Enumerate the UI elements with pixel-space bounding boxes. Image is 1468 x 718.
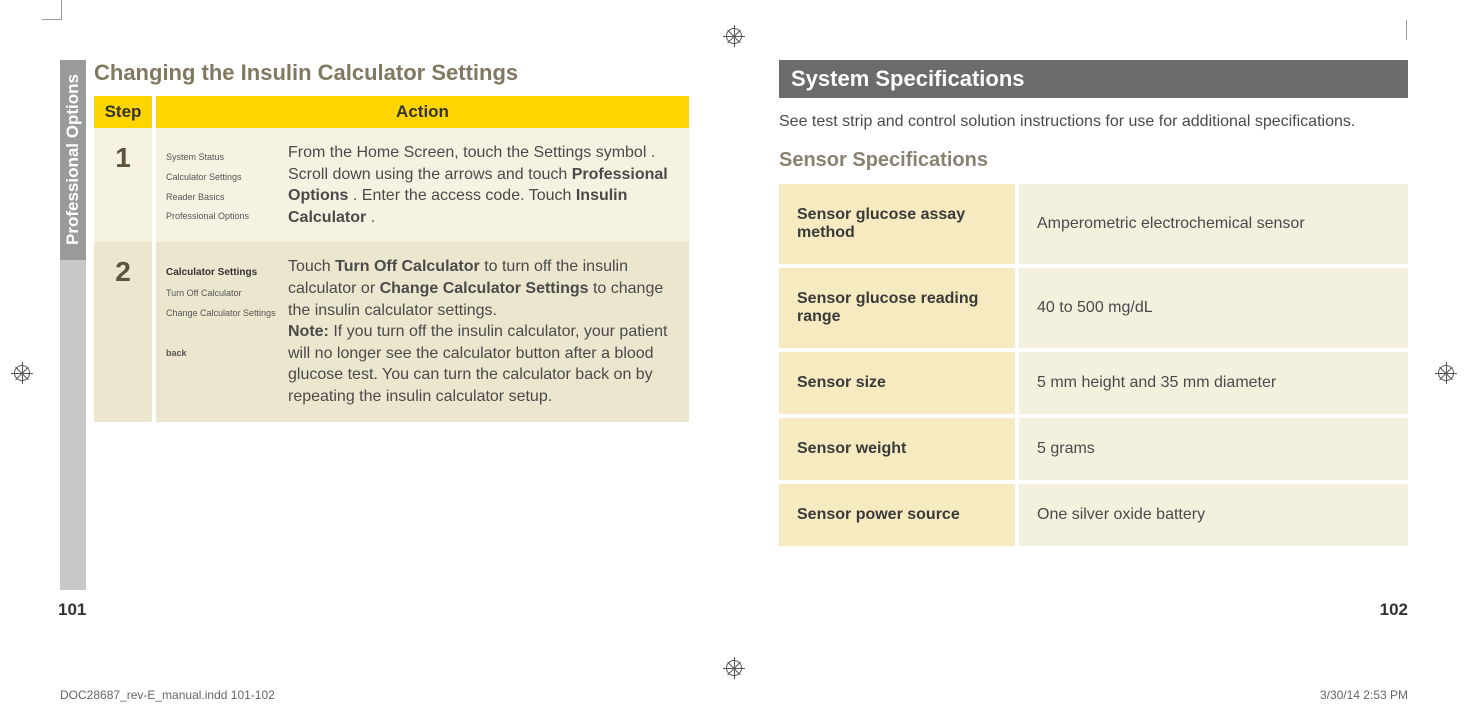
registration-mark <box>726 660 742 676</box>
left-page: Professional Options Changing the Insuli… <box>60 60 689 590</box>
action-text: Touch Turn Off Calculator to turn off th… <box>288 256 679 407</box>
section-title: Changing the Insulin Calculator Settings <box>94 60 689 86</box>
registration-mark <box>726 28 742 44</box>
screen-item: Calculator Settings <box>166 168 276 188</box>
screen-item: Professional Options <box>166 207 276 227</box>
step-number: 1 <box>94 128 154 242</box>
action-text: From the Home Screen, touch the Settings… <box>288 142 679 228</box>
table-row: Sensor glucose assay method Amperometric… <box>779 184 1408 264</box>
table-row: 2 Calculator Settings Turn Off Calculato… <box>94 242 689 421</box>
footer-date: 3/30/14 2:53 PM <box>1320 688 1408 702</box>
screen-heading: Calculator Settings <box>166 262 276 284</box>
spec-label: Sensor glucose assay method <box>779 184 1019 264</box>
spec-intro: See test strip and control solution inst… <box>779 112 1408 133</box>
screen-item: Turn Off Calculator <box>166 284 276 304</box>
crop-mark <box>42 0 62 20</box>
mock-screen: Calculator Settings Turn Off Calculator … <box>166 256 276 363</box>
screen-item: System Status <box>166 148 276 168</box>
col-header-action: Action <box>154 96 689 128</box>
registration-mark <box>1438 365 1454 381</box>
spec-value: 40 to 500 mg/dL <box>1019 268 1408 348</box>
screen-item: Change Calculator Settings <box>166 304 276 324</box>
spec-heading: System Specifications <box>779 60 1408 98</box>
right-page: System Specifications See test strip and… <box>749 60 1408 590</box>
spec-subheading: Sensor Specifications <box>779 149 1408 172</box>
table-row: Sensor size 5 mm height and 35 mm diamet… <box>779 352 1408 414</box>
page-number: 101 <box>58 600 86 620</box>
spec-value: 5 grams <box>1019 418 1408 480</box>
spec-label: Sensor size <box>779 352 1019 414</box>
crop-mark <box>1406 20 1426 40</box>
table-row: Sensor glucose reading range 40 to 500 m… <box>779 268 1408 348</box>
spec-label: Sensor glucose reading range <box>779 268 1019 348</box>
footer: DOC28687_rev-E_manual.indd 101-102 3/30/… <box>60 688 1408 702</box>
spec-value: 5 mm height and 35 mm diameter <box>1019 352 1408 414</box>
spec-label: Sensor power source <box>779 484 1019 546</box>
spec-value: Amperometric electrochemical sensor <box>1019 184 1408 264</box>
spec-table: Sensor glucose assay method Amperometric… <box>779 180 1408 550</box>
spec-value: One silver oxide battery <box>1019 484 1408 546</box>
screen-back: back <box>166 344 276 364</box>
steps-table: Step Action 1 System Status Calculator S… <box>94 96 689 422</box>
mock-screen: System Status Calculator Settings Reader… <box>166 142 276 227</box>
table-row: Sensor weight 5 grams <box>779 418 1408 480</box>
screen-item: Reader Basics <box>166 188 276 208</box>
registration-mark <box>14 365 30 381</box>
table-row: Sensor power source One silver oxide bat… <box>779 484 1408 546</box>
page-number: 102 <box>1380 600 1408 620</box>
footer-doc: DOC28687_rev-E_manual.indd 101-102 <box>60 688 275 702</box>
spec-label: Sensor weight <box>779 418 1019 480</box>
col-header-step: Step <box>94 96 154 128</box>
table-row: 1 System Status Calculator Settings Read… <box>94 128 689 242</box>
side-label-text: Professional Options <box>60 60 86 260</box>
side-label-bar: Professional Options <box>60 60 86 590</box>
step-number: 2 <box>94 242 154 421</box>
